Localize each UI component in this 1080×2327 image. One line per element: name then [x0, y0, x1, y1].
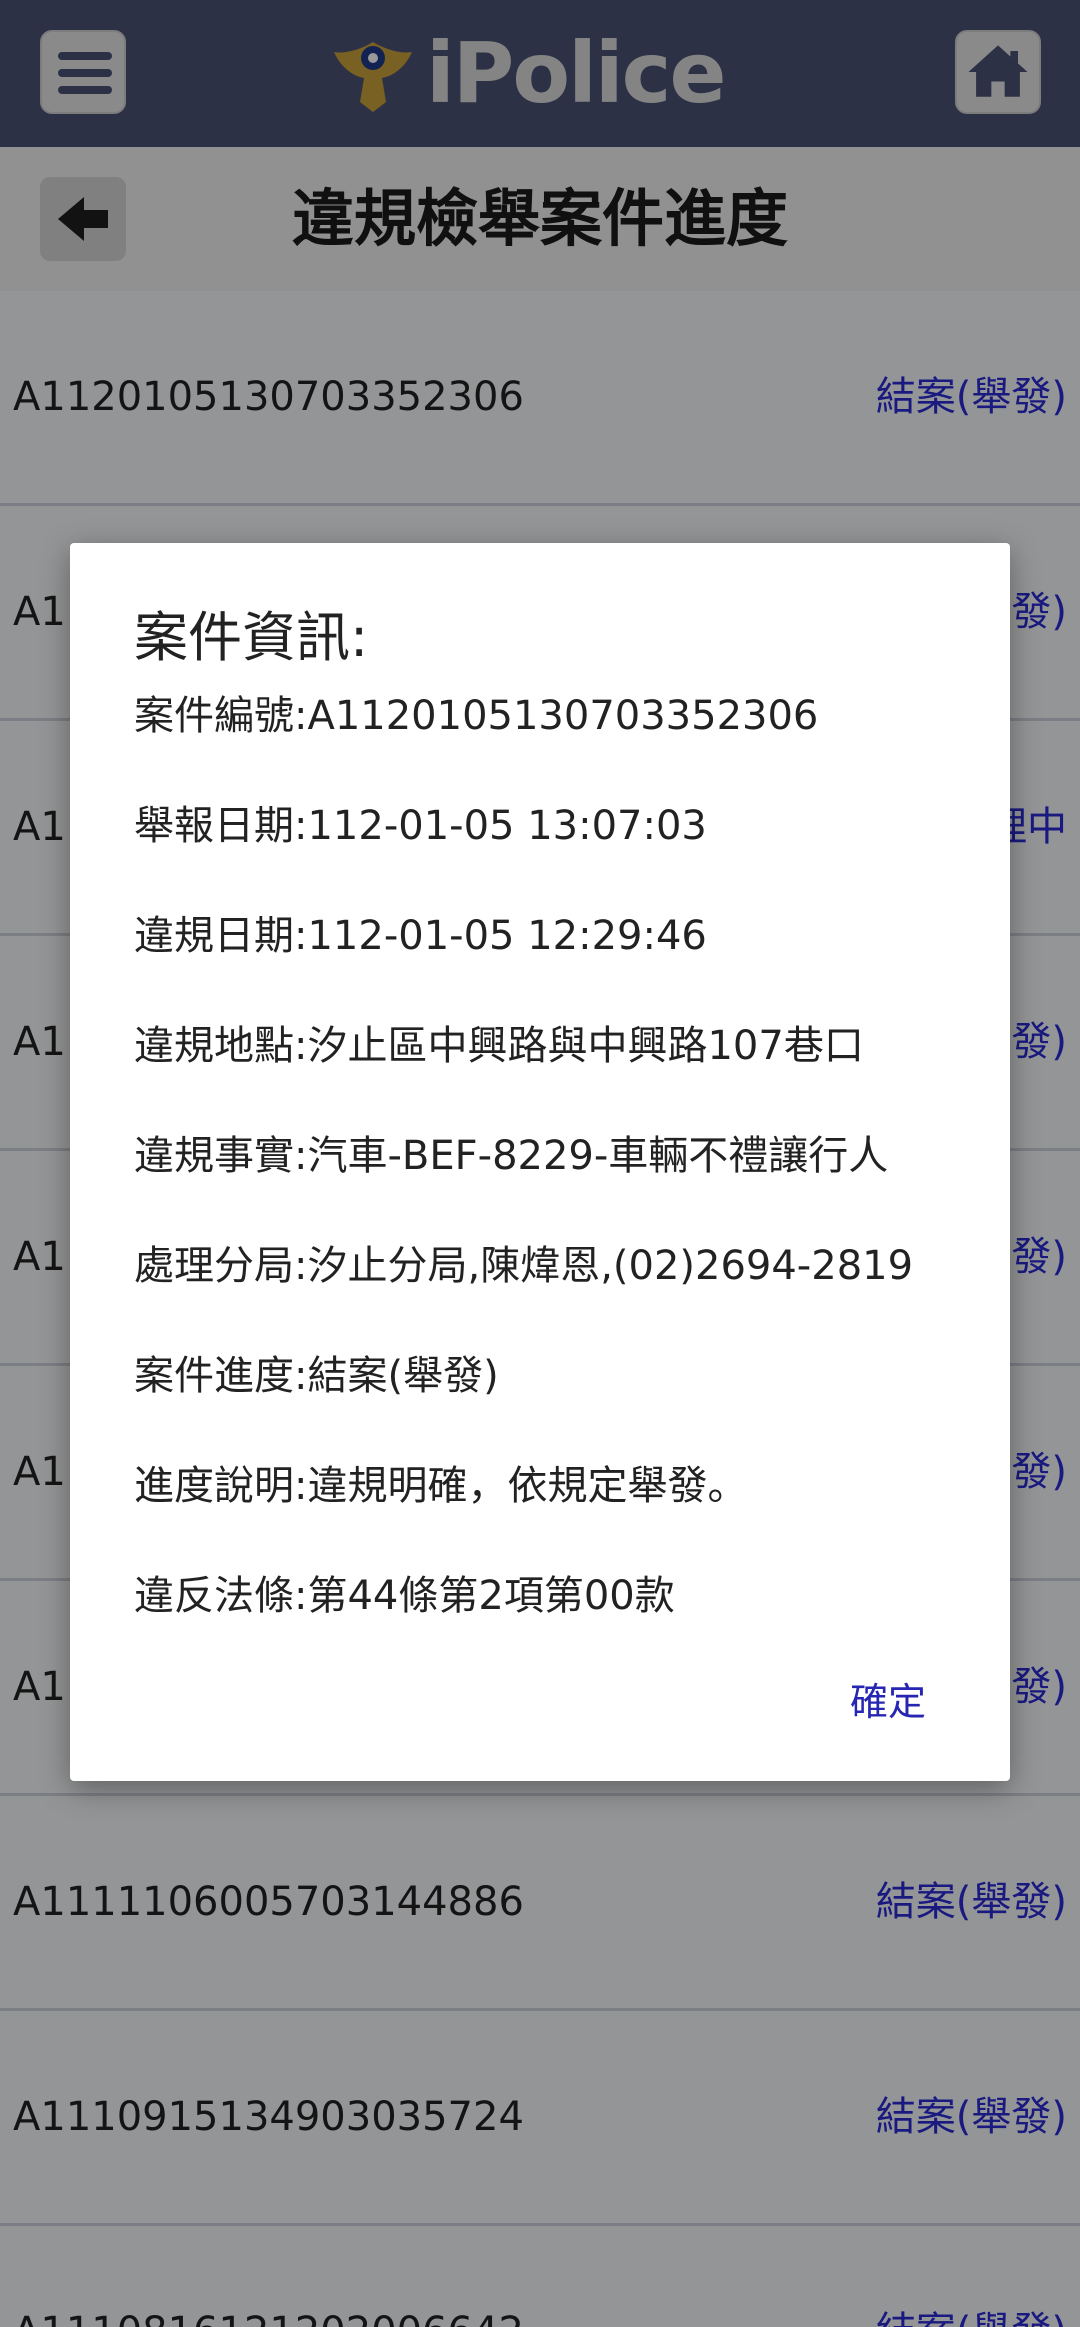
case-info-dialog: 案件資訊: 案件編號:A1120105130703352306 舉報日期:112…	[70, 543, 1010, 1781]
violation-date-field: 違規日期:112-01-05 12:29:46	[134, 913, 707, 959]
violation-location-field: 違規地點:汐止區中興路與中興路107巷口	[134, 1023, 864, 1069]
law-article-field: 違反法條:第44條第2項第00款	[134, 1573, 675, 1619]
violation-fact-field: 違規事實:汽車-BEF-8229-車輛不禮讓行人	[134, 1133, 889, 1179]
progress-note-field: 進度說明:違規明確，依規定舉發。	[134, 1463, 748, 1509]
dialog-title: 案件資訊:	[134, 606, 369, 669]
case-number-field: 案件編號:A1120105130703352306	[134, 693, 819, 739]
case-progress-field: 案件進度:結案(舉發)	[134, 1353, 499, 1399]
confirm-button[interactable]: 確定	[850, 1671, 926, 1726]
report-date-field: 舉報日期:112-01-05 13:07:03	[134, 803, 707, 849]
handling-station-field: 處理分局:汐止分局,陳煒恩,(02)2694-2819	[134, 1243, 914, 1289]
app-screen: iPolice 違規檢舉案件進度 A1120105130703352306 結案…	[0, 0, 1080, 2327]
